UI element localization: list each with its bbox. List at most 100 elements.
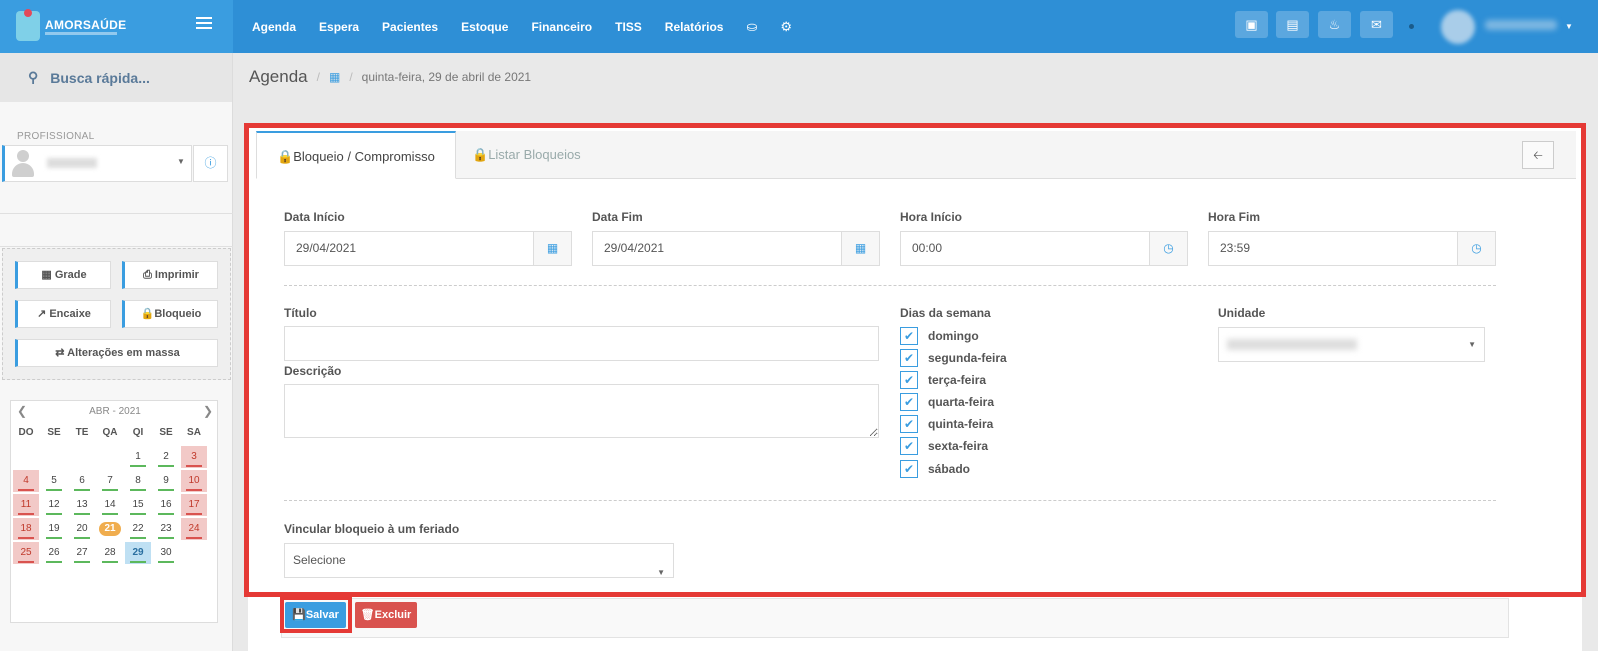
chevron-down-icon[interactable]: ▼ bbox=[1565, 22, 1573, 31]
brand[interactable]: AMORSAÚDE bbox=[0, 0, 233, 53]
encaixe-label: Encaixe bbox=[49, 308, 91, 320]
nav-pacientes[interactable]: Pacientes bbox=[382, 20, 438, 34]
calendar-day[interactable]: 16 bbox=[153, 494, 179, 516]
main-content: Agenda / ▦ / quinta-feira, 29 de abril d… bbox=[233, 53, 1598, 651]
calendar-day[interactable]: 30 bbox=[153, 542, 179, 564]
nav-financeiro[interactable]: Financeiro bbox=[531, 20, 592, 34]
calendar-day[interactable]: 25 bbox=[13, 542, 39, 564]
menu-toggle-icon[interactable] bbox=[196, 17, 212, 31]
bell-icon[interactable]: ♨ bbox=[1318, 11, 1351, 38]
nav-agenda[interactable]: Agenda bbox=[252, 20, 296, 34]
delete-button[interactable]: 🗑Excluir bbox=[355, 602, 417, 628]
calendar-day[interactable]: 14 bbox=[97, 494, 123, 516]
nav-relatorios[interactable]: Relatórios bbox=[665, 20, 724, 34]
grade-button[interactable]: ▦ Grade bbox=[15, 261, 111, 289]
calendar-day[interactable]: 3 bbox=[181, 446, 207, 468]
calendar-day[interactable]: 28 bbox=[97, 542, 123, 564]
calendar-day[interactable]: 11 bbox=[13, 494, 39, 516]
availability-bar bbox=[158, 489, 174, 491]
print-button[interactable]: ⎙ Imprimir bbox=[122, 261, 218, 289]
mini-calendar: ❮ ABR - 2021 ❯ DO SE TE QA QI SE SA 1 2 3 4 5 6 7 8 9 10… bbox=[10, 400, 218, 623]
availability-bar bbox=[74, 513, 90, 515]
quick-search-label: Busca rápida... bbox=[50, 69, 150, 86]
calendar-day[interactable]: 7 bbox=[97, 470, 123, 492]
quick-search[interactable]: ⚲ Busca rápida... bbox=[0, 53, 232, 102]
calendar-day[interactable]: 23 bbox=[153, 518, 179, 540]
info-icon[interactable]: ⓘ bbox=[193, 145, 228, 182]
database-icon[interactable]: ⛀ bbox=[746, 19, 757, 35]
calendar-day[interactable]: 20 bbox=[69, 518, 95, 540]
inbox-icon[interactable]: ▣ bbox=[1235, 11, 1268, 38]
calendar-day[interactable]: 13 bbox=[69, 494, 95, 516]
chevron-right-icon[interactable]: ❯ bbox=[203, 404, 213, 418]
calendar-empty-cell bbox=[97, 446, 123, 468]
availability-bar bbox=[130, 513, 146, 515]
calendar-day[interactable]: 22 bbox=[125, 518, 151, 540]
calendar-day[interactable]: 6 bbox=[69, 470, 95, 492]
calendar-day[interactable]: 9 bbox=[153, 470, 179, 492]
print-icon: ⎙ bbox=[143, 269, 155, 281]
calendar-day[interactable]: 2 bbox=[153, 446, 179, 468]
trash-icon: 🗑 bbox=[360, 609, 375, 621]
nav-espera[interactable]: Espera bbox=[319, 20, 359, 34]
card-icon[interactable]: ▤ bbox=[1276, 11, 1309, 38]
calendar-day[interactable]: 24 bbox=[181, 518, 207, 540]
calendar-day[interactable]: 27 bbox=[69, 542, 95, 564]
calendar-day[interactable]: 5 bbox=[41, 470, 67, 492]
calendar-day[interactable]: 15 bbox=[125, 494, 151, 516]
calendar-day[interactable]: 26 bbox=[41, 542, 67, 564]
availability-bar bbox=[46, 489, 62, 491]
calendar-day[interactable]: 17 bbox=[181, 494, 207, 516]
delete-label: Excluir bbox=[374, 609, 412, 621]
availability-bar bbox=[102, 513, 118, 515]
availability-bar bbox=[18, 537, 34, 539]
chat-icon[interactable]: ✉ bbox=[1360, 11, 1393, 38]
user-avatar[interactable] bbox=[1441, 10, 1475, 44]
user-name-redacted[interactable] bbox=[1485, 20, 1557, 30]
availability-bar bbox=[158, 561, 174, 563]
calendar-day[interactable]: 12 bbox=[41, 494, 67, 516]
calendar-day[interactable]: 18 bbox=[13, 518, 39, 540]
user-placeholder-icon bbox=[9, 148, 37, 180]
calendar-day[interactable]: 21 bbox=[97, 518, 123, 540]
status-dot bbox=[1409, 24, 1414, 29]
calendar-header: ❮ ABR - 2021 ❯ bbox=[11, 401, 219, 421]
availability-bar bbox=[74, 561, 90, 563]
calendar-day[interactable]: 19 bbox=[41, 518, 67, 540]
nav-tiss[interactable]: TISS bbox=[615, 20, 642, 34]
grade-label: Grade bbox=[54, 269, 87, 281]
encaixe-button[interactable]: ↗ Encaixe bbox=[15, 300, 111, 328]
page-title[interactable]: Agenda bbox=[249, 67, 308, 87]
agenda-actions: ▦ Grade ⎙ Imprimir ↗ Encaixe 🔒Bloqueio ⇄… bbox=[2, 248, 231, 380]
calendar-icon: ▦ bbox=[328, 70, 341, 84]
professional-name-redacted bbox=[47, 158, 97, 168]
availability-bar bbox=[186, 537, 202, 539]
availability-bar bbox=[186, 489, 202, 491]
calendar-day[interactable]: 8 bbox=[125, 470, 151, 492]
professional-select[interactable]: ▼ bbox=[2, 145, 192, 182]
calendar-weekday: QA bbox=[102, 427, 118, 438]
gear-icon[interactable]: ⚙ bbox=[780, 19, 792, 35]
bulk-edit-button[interactable]: ⇄ Alterações em massa bbox=[15, 339, 218, 367]
calendar-day[interactable]: 4 bbox=[13, 470, 39, 492]
calendar-day[interactable]: 1 bbox=[125, 446, 151, 468]
form-footer bbox=[281, 598, 1509, 638]
sidebar: ⚲ Busca rápida... PROFISSIONAL ▼ ⓘ ▦ Gra… bbox=[0, 53, 233, 651]
availability-bar bbox=[158, 465, 174, 467]
calendar-weekday: DO bbox=[18, 427, 34, 438]
availability-bar bbox=[130, 465, 146, 467]
calendar-day[interactable]: 10 bbox=[181, 470, 207, 492]
availability-bar bbox=[186, 465, 202, 467]
availability-bar bbox=[46, 561, 62, 563]
availability-bar bbox=[102, 489, 118, 491]
calendar-weekday: QI bbox=[132, 427, 144, 438]
bloqueio-button[interactable]: 🔒Bloqueio bbox=[122, 300, 218, 328]
nav-estoque[interactable]: Estoque bbox=[461, 20, 508, 34]
calendar-day[interactable]: 29 bbox=[125, 542, 151, 564]
logo-icon bbox=[16, 9, 40, 41]
brand-tagline-graphic bbox=[45, 32, 117, 35]
calendar-empty-cell bbox=[69, 446, 95, 468]
availability-bar bbox=[186, 513, 202, 515]
calendar-weekday: SE bbox=[159, 427, 173, 438]
calendar-grid: DO SE TE QA QI SE SA 1 2 3 4 5 6 7 8 9 10 11 12 13 14 15 16 17 1… bbox=[12, 421, 208, 565]
